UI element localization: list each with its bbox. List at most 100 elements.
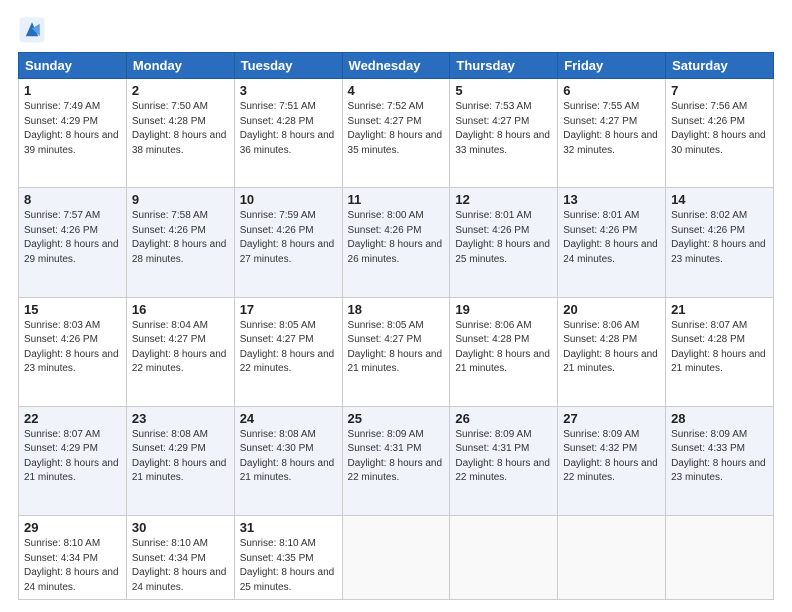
day-info: Sunrise: 8:07 AMSunset: 4:29 PMDaylight:…	[24, 429, 119, 484]
day-info: Sunrise: 7:50 AMSunset: 4:28 PMDaylight:…	[132, 101, 227, 156]
calendar-header-row: SundayMondayTuesdayWednesdayThursdayFrid…	[19, 53, 774, 79]
calendar-day-cell: 14 Sunrise: 8:02 AMSunset: 4:26 PMDaylig…	[666, 188, 774, 297]
day-info: Sunrise: 8:04 AMSunset: 4:27 PMDaylight:…	[132, 320, 227, 375]
day-number: 31	[240, 520, 337, 535]
day-info: Sunrise: 7:49 AMSunset: 4:29 PMDaylight:…	[24, 101, 119, 156]
calendar-day-cell	[342, 516, 450, 600]
day-info: Sunrise: 8:07 AMSunset: 4:28 PMDaylight:…	[671, 320, 766, 375]
calendar-table: SundayMondayTuesdayWednesdayThursdayFrid…	[18, 52, 774, 600]
logo	[18, 16, 50, 44]
day-info: Sunrise: 8:05 AMSunset: 4:27 PMDaylight:…	[348, 320, 443, 375]
day-info: Sunrise: 8:02 AMSunset: 4:26 PMDaylight:…	[671, 210, 766, 265]
calendar-day-cell: 7 Sunrise: 7:56 AMSunset: 4:26 PMDayligh…	[666, 79, 774, 188]
day-number: 1	[24, 83, 121, 98]
calendar-day-cell: 23 Sunrise: 8:08 AMSunset: 4:29 PMDaylig…	[126, 406, 234, 515]
calendar-day-cell	[666, 516, 774, 600]
day-number: 15	[24, 302, 121, 317]
calendar-day-cell: 24 Sunrise: 8:08 AMSunset: 4:30 PMDaylig…	[234, 406, 342, 515]
calendar-day-cell: 25 Sunrise: 8:09 AMSunset: 4:31 PMDaylig…	[342, 406, 450, 515]
day-number: 4	[348, 83, 445, 98]
calendar-day-cell: 12 Sunrise: 8:01 AMSunset: 4:26 PMDaylig…	[450, 188, 558, 297]
calendar-day-cell: 6 Sunrise: 7:55 AMSunset: 4:27 PMDayligh…	[558, 79, 666, 188]
weekday-header: Tuesday	[234, 53, 342, 79]
day-number: 28	[671, 411, 768, 426]
day-info: Sunrise: 8:09 AMSunset: 4:31 PMDaylight:…	[455, 429, 550, 484]
calendar-day-cell: 4 Sunrise: 7:52 AMSunset: 4:27 PMDayligh…	[342, 79, 450, 188]
calendar-week-row: 22 Sunrise: 8:07 AMSunset: 4:29 PMDaylig…	[19, 406, 774, 515]
weekday-header: Thursday	[450, 53, 558, 79]
calendar-day-cell: 18 Sunrise: 8:05 AMSunset: 4:27 PMDaylig…	[342, 297, 450, 406]
day-info: Sunrise: 8:09 AMSunset: 4:31 PMDaylight:…	[348, 429, 443, 484]
day-info: Sunrise: 8:00 AMSunset: 4:26 PMDaylight:…	[348, 210, 443, 265]
day-number: 8	[24, 192, 121, 207]
day-number: 30	[132, 520, 229, 535]
day-number: 3	[240, 83, 337, 98]
day-info: Sunrise: 8:06 AMSunset: 4:28 PMDaylight:…	[455, 320, 550, 375]
calendar-day-cell: 15 Sunrise: 8:03 AMSunset: 4:26 PMDaylig…	[19, 297, 127, 406]
day-number: 19	[455, 302, 552, 317]
day-info: Sunrise: 7:58 AMSunset: 4:26 PMDaylight:…	[132, 210, 227, 265]
day-info: Sunrise: 8:10 AMSunset: 4:34 PMDaylight:…	[24, 538, 119, 593]
logo-icon	[18, 16, 46, 44]
header	[18, 16, 774, 44]
day-number: 18	[348, 302, 445, 317]
day-info: Sunrise: 8:08 AMSunset: 4:30 PMDaylight:…	[240, 429, 335, 484]
calendar-day-cell: 26 Sunrise: 8:09 AMSunset: 4:31 PMDaylig…	[450, 406, 558, 515]
day-info: Sunrise: 7:56 AMSunset: 4:26 PMDaylight:…	[671, 101, 766, 156]
weekday-header: Saturday	[666, 53, 774, 79]
day-number: 22	[24, 411, 121, 426]
day-info: Sunrise: 8:03 AMSunset: 4:26 PMDaylight:…	[24, 320, 119, 375]
day-number: 13	[563, 192, 660, 207]
day-info: Sunrise: 8:01 AMSunset: 4:26 PMDaylight:…	[455, 210, 550, 265]
weekday-header: Friday	[558, 53, 666, 79]
day-number: 21	[671, 302, 768, 317]
page: SundayMondayTuesdayWednesdayThursdayFrid…	[0, 0, 792, 612]
day-number: 16	[132, 302, 229, 317]
calendar-day-cell: 27 Sunrise: 8:09 AMSunset: 4:32 PMDaylig…	[558, 406, 666, 515]
day-number: 7	[671, 83, 768, 98]
day-number: 10	[240, 192, 337, 207]
day-number: 11	[348, 192, 445, 207]
calendar-day-cell: 3 Sunrise: 7:51 AMSunset: 4:28 PMDayligh…	[234, 79, 342, 188]
day-number: 23	[132, 411, 229, 426]
weekday-header: Monday	[126, 53, 234, 79]
day-info: Sunrise: 8:01 AMSunset: 4:26 PMDaylight:…	[563, 210, 658, 265]
day-number: 26	[455, 411, 552, 426]
calendar-day-cell: 1 Sunrise: 7:49 AMSunset: 4:29 PMDayligh…	[19, 79, 127, 188]
day-info: Sunrise: 8:05 AMSunset: 4:27 PMDaylight:…	[240, 320, 335, 375]
day-info: Sunrise: 8:09 AMSunset: 4:33 PMDaylight:…	[671, 429, 766, 484]
day-number: 5	[455, 83, 552, 98]
calendar-week-row: 29 Sunrise: 8:10 AMSunset: 4:34 PMDaylig…	[19, 516, 774, 600]
day-number: 12	[455, 192, 552, 207]
calendar-day-cell: 22 Sunrise: 8:07 AMSunset: 4:29 PMDaylig…	[19, 406, 127, 515]
day-info: Sunrise: 7:59 AMSunset: 4:26 PMDaylight:…	[240, 210, 335, 265]
day-info: Sunrise: 7:57 AMSunset: 4:26 PMDaylight:…	[24, 210, 119, 265]
calendar-day-cell: 30 Sunrise: 8:10 AMSunset: 4:34 PMDaylig…	[126, 516, 234, 600]
day-info: Sunrise: 7:53 AMSunset: 4:27 PMDaylight:…	[455, 101, 550, 156]
calendar-day-cell: 29 Sunrise: 8:10 AMSunset: 4:34 PMDaylig…	[19, 516, 127, 600]
day-number: 9	[132, 192, 229, 207]
calendar-day-cell	[558, 516, 666, 600]
calendar-day-cell: 8 Sunrise: 7:57 AMSunset: 4:26 PMDayligh…	[19, 188, 127, 297]
day-number: 25	[348, 411, 445, 426]
calendar-day-cell: 9 Sunrise: 7:58 AMSunset: 4:26 PMDayligh…	[126, 188, 234, 297]
day-info: Sunrise: 8:09 AMSunset: 4:32 PMDaylight:…	[563, 429, 658, 484]
calendar-week-row: 15 Sunrise: 8:03 AMSunset: 4:26 PMDaylig…	[19, 297, 774, 406]
calendar-day-cell: 21 Sunrise: 8:07 AMSunset: 4:28 PMDaylig…	[666, 297, 774, 406]
day-info: Sunrise: 8:06 AMSunset: 4:28 PMDaylight:…	[563, 320, 658, 375]
day-info: Sunrise: 7:55 AMSunset: 4:27 PMDaylight:…	[563, 101, 658, 156]
day-number: 27	[563, 411, 660, 426]
weekday-header: Wednesday	[342, 53, 450, 79]
weekday-header: Sunday	[19, 53, 127, 79]
calendar-week-row: 8 Sunrise: 7:57 AMSunset: 4:26 PMDayligh…	[19, 188, 774, 297]
day-number: 29	[24, 520, 121, 535]
calendar-day-cell: 31 Sunrise: 8:10 AMSunset: 4:35 PMDaylig…	[234, 516, 342, 600]
day-number: 17	[240, 302, 337, 317]
calendar-day-cell: 2 Sunrise: 7:50 AMSunset: 4:28 PMDayligh…	[126, 79, 234, 188]
day-info: Sunrise: 7:51 AMSunset: 4:28 PMDaylight:…	[240, 101, 335, 156]
day-info: Sunrise: 8:10 AMSunset: 4:34 PMDaylight:…	[132, 538, 227, 593]
day-number: 6	[563, 83, 660, 98]
calendar-day-cell: 11 Sunrise: 8:00 AMSunset: 4:26 PMDaylig…	[342, 188, 450, 297]
calendar-day-cell: 10 Sunrise: 7:59 AMSunset: 4:26 PMDaylig…	[234, 188, 342, 297]
calendar-day-cell: 5 Sunrise: 7:53 AMSunset: 4:27 PMDayligh…	[450, 79, 558, 188]
